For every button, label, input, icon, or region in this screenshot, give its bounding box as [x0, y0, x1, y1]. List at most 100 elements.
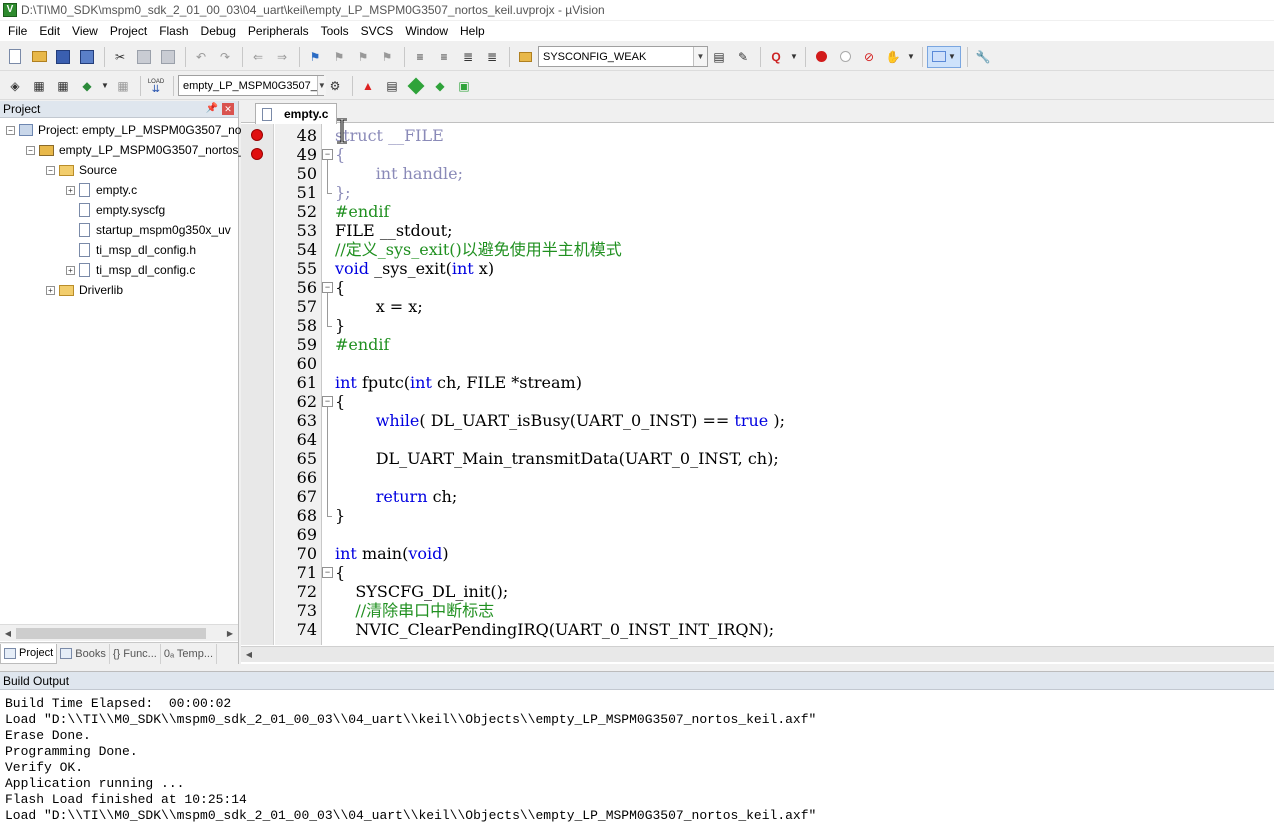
- expand-icon[interactable]: +: [66, 265, 75, 275]
- stop-build-icon[interactable]: ▦: [112, 75, 134, 97]
- code-line[interactable]: int fputc(int ch, FILE *stream): [335, 373, 582, 392]
- tree-item-file[interactable]: ti_msp_dl_config.h: [66, 240, 196, 260]
- project-horizontal-scrollbar[interactable]: ◀ ▶: [0, 624, 238, 641]
- pack-installer-icon[interactable]: ◆: [429, 75, 451, 97]
- panel-tab[interactable]: {} Func...: [110, 643, 161, 664]
- copy-icon[interactable]: [133, 46, 155, 68]
- code-line[interactable]: //定义_sys_exit()以避免使用半主机模式: [335, 240, 622, 259]
- menu-peripherals[interactable]: Peripherals: [242, 21, 315, 41]
- code-line[interactable]: while( DL_UART_isBusy(UART_0_INST) == tr…: [335, 411, 785, 430]
- editor-horizontal-scrollbar[interactable]: ◀: [241, 646, 1274, 662]
- find-combo[interactable]: SYSCONFIG_WEAK ▼: [538, 46, 708, 67]
- disable-breakpoint-icon[interactable]: [834, 46, 856, 68]
- code-line[interactable]: DL_UART_Main_transmitData(UART_0_INST, c…: [335, 449, 779, 468]
- fold-toggle-icon[interactable]: −: [322, 396, 333, 407]
- manage-project-items-icon[interactable]: ▲: [357, 75, 379, 97]
- undo-icon[interactable]: ↶: [190, 46, 212, 68]
- scroll-thumb[interactable]: [16, 627, 206, 639]
- menu-file[interactable]: File: [2, 21, 33, 41]
- target-combo[interactable]: empty_LP_MSPM0G3507_ ▼: [178, 75, 326, 96]
- collapse-icon[interactable]: −: [26, 145, 35, 155]
- code-line[interactable]: #endif: [335, 202, 389, 221]
- menu-flash[interactable]: Flash: [153, 21, 194, 41]
- panel-tab[interactable]: 0ₐ Temp...: [161, 643, 217, 664]
- save-all-icon[interactable]: [76, 46, 98, 68]
- rebuild-icon[interactable]: ▦: [52, 75, 74, 97]
- tree-item-file[interactable]: + ti_msp_dl_config.c: [66, 260, 195, 280]
- fold-toggle-icon[interactable]: −: [322, 567, 333, 578]
- expand-icon[interactable]: +: [66, 185, 75, 195]
- paste-icon[interactable]: [157, 46, 179, 68]
- debug-start-icon[interactable]: Q: [765, 46, 787, 68]
- chevron-down-icon[interactable]: ▼: [693, 47, 707, 66]
- code-line[interactable]: {: [335, 563, 345, 582]
- configure-icon[interactable]: 🔧: [972, 46, 994, 68]
- batch-build-icon[interactable]: ◆: [76, 75, 98, 97]
- code-line[interactable]: int main(void): [335, 544, 449, 563]
- collapse-icon[interactable]: −: [46, 165, 55, 175]
- expand-icon[interactable]: +: [46, 285, 55, 295]
- tree-item-target[interactable]: − empty_LP_MSPM0G3507_nortos_: [26, 140, 245, 160]
- cut-icon[interactable]: ✂: [109, 46, 131, 68]
- menu-tools[interactable]: Tools: [315, 21, 355, 41]
- menu-window[interactable]: Window: [399, 21, 454, 41]
- save-icon[interactable]: [52, 46, 74, 68]
- scroll-left-icon[interactable]: ◀: [0, 625, 16, 641]
- code-line[interactable]: x = x;: [335, 297, 423, 316]
- build-icon[interactable]: ▦: [28, 75, 50, 97]
- trace-icon[interactable]: ✋: [882, 46, 904, 68]
- insert-breakpoint-icon[interactable]: [810, 46, 832, 68]
- redo-icon[interactable]: ↷: [214, 46, 236, 68]
- code-line[interactable]: }: [335, 506, 345, 525]
- chevron-down-icon[interactable]: ▼: [906, 46, 916, 68]
- panel-tab[interactable]: Books: [57, 643, 110, 664]
- bookmark-next-icon[interactable]: ⚑: [352, 46, 374, 68]
- translate-icon[interactable]: ◈: [4, 75, 26, 97]
- select-packs-icon[interactable]: [405, 75, 427, 97]
- code-line[interactable]: int handle;: [335, 164, 463, 183]
- fold-toggle-icon[interactable]: −: [322, 149, 333, 160]
- tree-item-project[interactable]: − Project: empty_LP_MSPM0G3507_no: [6, 120, 241, 140]
- tree-item-file[interactable]: startup_mspm0g350x_uv: [66, 220, 231, 240]
- chevron-down-icon[interactable]: ▼: [100, 75, 110, 97]
- scroll-left-icon[interactable]: ◀: [241, 647, 257, 663]
- menu-debug[interactable]: Debug: [195, 21, 242, 41]
- manage-components-icon[interactable]: ▤: [381, 75, 403, 97]
- menu-edit[interactable]: Edit: [33, 21, 66, 41]
- scroll-right-icon[interactable]: ▶: [222, 625, 238, 641]
- find-icon[interactable]: ▤: [708, 46, 730, 68]
- new-file-icon[interactable]: [4, 46, 26, 68]
- window-layout-icon[interactable]: ▼: [927, 45, 961, 68]
- bookmark-clear-icon[interactable]: ⚑: [376, 46, 398, 68]
- code-line[interactable]: //清除串口中断标志: [335, 601, 494, 620]
- collapse-icon[interactable]: −: [6, 125, 15, 135]
- tree-item-folder[interactable]: + Driverlib: [46, 280, 123, 300]
- tree-item-folder[interactable]: − Source: [46, 160, 117, 180]
- navigate-forward-icon[interactable]: ⇒: [271, 46, 293, 68]
- code-line[interactable]: SYSCFG_DL_init();: [335, 582, 508, 601]
- code-line[interactable]: {: [335, 145, 345, 164]
- code-line[interactable]: }: [335, 316, 345, 335]
- find-in-files-icon[interactable]: [514, 46, 536, 68]
- close-icon[interactable]: ✕: [222, 103, 234, 115]
- code-line[interactable]: };: [335, 183, 351, 202]
- navigate-back-icon[interactable]: ⇐: [247, 46, 269, 68]
- target-options-icon[interactable]: ⚙: [324, 75, 346, 97]
- menu-project[interactable]: Project: [104, 21, 153, 41]
- comment-icon[interactable]: ≣: [457, 46, 479, 68]
- uncomment-icon[interactable]: ≣: [481, 46, 503, 68]
- bookmark-prev-icon[interactable]: ⚑: [328, 46, 350, 68]
- menu-view[interactable]: View: [66, 21, 104, 41]
- code-line[interactable]: FILE __stdout;: [335, 221, 452, 240]
- code-line[interactable]: void _sys_exit(int x): [335, 259, 494, 278]
- breakpoint-icon[interactable]: [251, 129, 263, 141]
- code-line[interactable]: {: [335, 392, 345, 411]
- pin-icon[interactable]: 📌: [206, 103, 218, 115]
- code-line[interactable]: struct __FILE: [335, 126, 444, 145]
- breakpoint-icon[interactable]: [251, 148, 263, 160]
- open-folder-icon[interactable]: [28, 46, 50, 68]
- tree-item-file[interactable]: + empty.c: [66, 180, 137, 200]
- code-line[interactable]: return ch;: [335, 487, 458, 506]
- download-load-icon[interactable]: LOAD ⇊: [145, 75, 167, 97]
- fold-toggle-icon[interactable]: −: [322, 282, 333, 293]
